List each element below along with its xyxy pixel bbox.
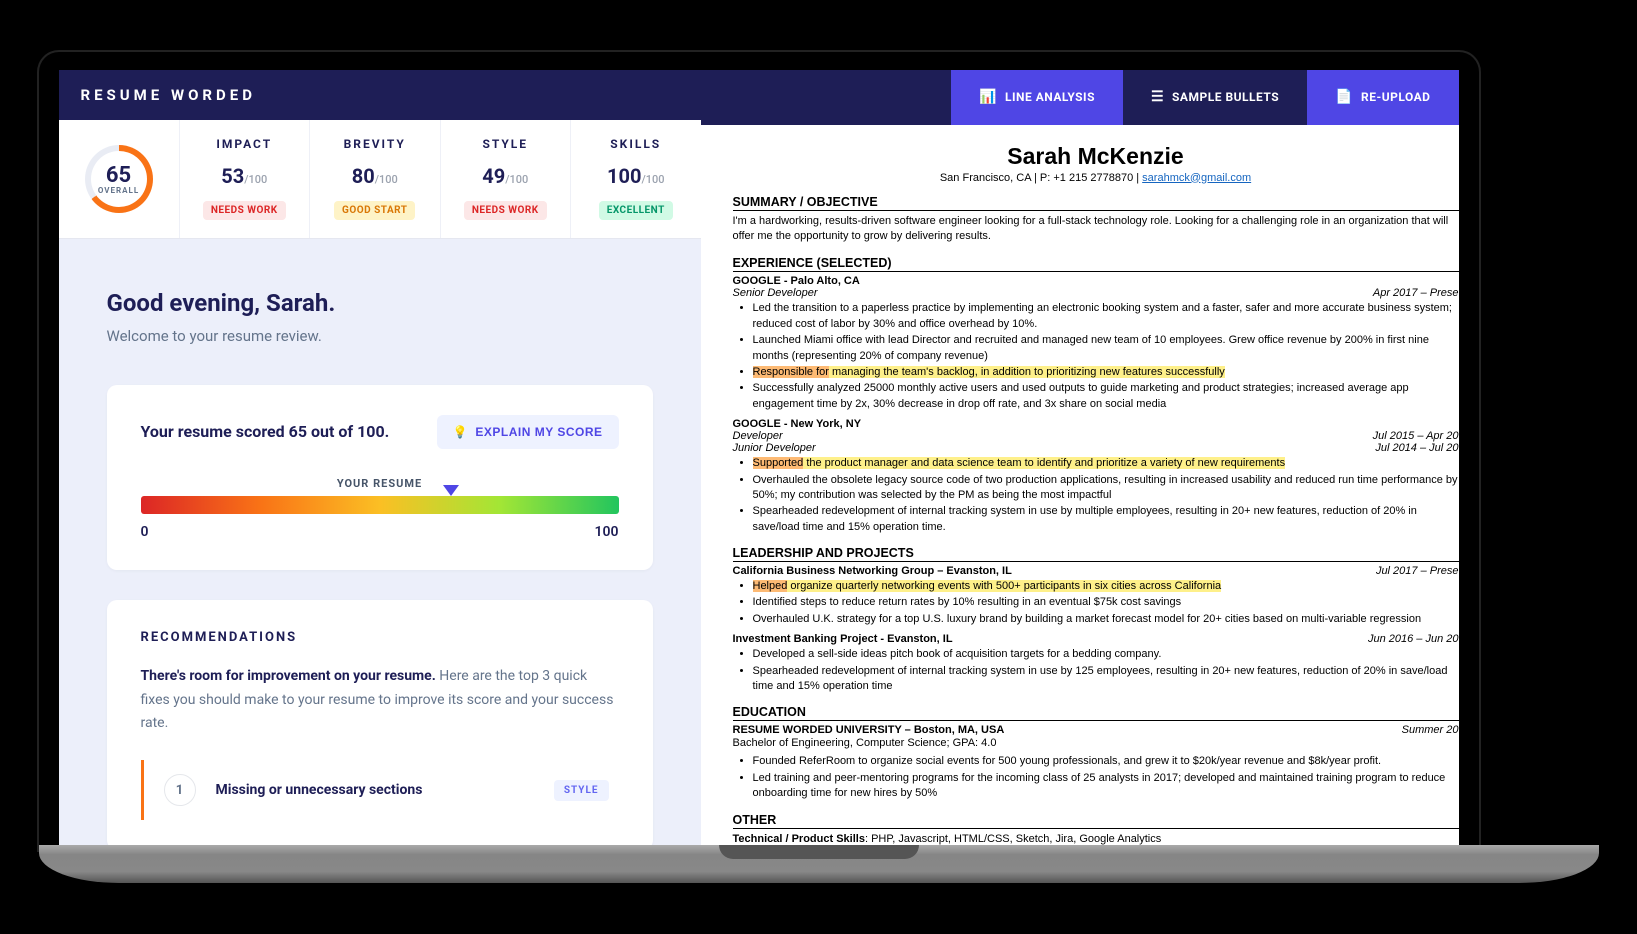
resume-contact: San Francisco, CA | P: +1 215 2778870 | …	[733, 172, 1459, 184]
gauge-max: 100	[595, 524, 619, 540]
bullet[interactable]: Led training and peer-mentoring programs…	[753, 771, 1459, 802]
tab-line-analysis[interactable]: 📊 LINE ANALYSIS	[951, 70, 1123, 125]
recommendations-card: RECOMMENDATIONS There's room for improve…	[107, 600, 653, 850]
overall-score-value: 65	[106, 163, 131, 188]
upload-icon: 📄	[1335, 89, 1353, 105]
resume-name: Sarah McKenzie	[733, 143, 1459, 170]
score-col-style[interactable]: STYLE 49/100 NEEDS WORK	[440, 120, 571, 238]
score-card: Your resume scored 65 out of 100. 💡 EXPL…	[107, 385, 653, 570]
bullet[interactable]: Led the transition to a paperless practi…	[753, 301, 1459, 332]
overall-score: 65 OVERALL	[59, 120, 179, 238]
gauge-label: YOUR RESUME	[141, 477, 619, 490]
score-col-impact[interactable]: IMPACT 53/100 NEEDS WORK	[179, 120, 310, 238]
bullet[interactable]: Spearheaded redevelopment of internal tr…	[753, 504, 1459, 535]
score-card-title: Your resume scored 65 out of 100.	[141, 422, 390, 441]
bullet[interactable]: Successfully analyzed 25000 monthly acti…	[753, 381, 1459, 412]
gauge-pointer-icon	[443, 485, 459, 496]
bullet[interactable]: Founded ReferRoom to organize social eve…	[753, 754, 1459, 769]
recommendations-title: RECOMMENDATIONS	[141, 630, 619, 645]
analysis-icon: 📊	[979, 89, 997, 105]
email-link[interactable]: sarahmck@gmail.com	[1142, 172, 1251, 184]
logo: RESUME WORDED	[59, 86, 256, 104]
section-experience: EXPERIENCE (SELECTED)	[733, 256, 1459, 272]
lightbulb-icon: 💡	[453, 425, 468, 439]
recommendation-number: 1	[164, 774, 196, 806]
summary-text: I'm a hardworking, results-driven softwa…	[733, 214, 1459, 246]
bullet[interactable]: Supported the product manager and data s…	[753, 456, 1459, 471]
section-education: EDUCATION	[733, 705, 1459, 721]
recommendation-text: Missing or unnecessary sections	[216, 782, 534, 798]
bullet[interactable]: Overhauled the obsolete legacy source co…	[753, 473, 1459, 504]
section-leadership: LEADERSHIP AND PROJECTS	[733, 546, 1459, 562]
bullet[interactable]: Overhauled U.K. strategy for a top U.S. …	[753, 612, 1459, 627]
greeting: Good evening, Sarah.	[107, 289, 653, 317]
recommendation-item[interactable]: 1 Missing or unnecessary sections STYLE	[141, 760, 619, 820]
score-gauge	[141, 496, 619, 514]
app-header: RESUME WORDED	[59, 70, 701, 120]
gauge-min: 0	[141, 524, 149, 540]
bullet[interactable]: Launched Miami office with lead Director…	[753, 333, 1459, 364]
list-icon: ☰	[1151, 89, 1164, 105]
overall-label: OVERALL	[98, 186, 139, 195]
bullet[interactable]: Spearheaded redevelopment of internal tr…	[753, 664, 1459, 695]
recommendation-tag: STYLE	[554, 780, 609, 801]
section-other: OTHER	[733, 813, 1459, 829]
resume-preview[interactable]: Sarah McKenzie San Francisco, CA | P: +1…	[701, 125, 1459, 850]
tab-sample-bullets[interactable]: ☰ SAMPLE BULLETS	[1123, 70, 1307, 125]
subgreeting: Welcome to your resume review.	[107, 327, 653, 345]
section-summary: SUMMARY / OBJECTIVE	[733, 195, 1459, 211]
bullet[interactable]: Identified steps to reduce return rates …	[753, 595, 1459, 610]
bullet[interactable]: Responsible for managing the team's back…	[753, 365, 1459, 380]
recommendations-intro: There's room for improvement on your res…	[141, 665, 619, 736]
bullet[interactable]: Developed a sell-side ideas pitch book o…	[753, 647, 1459, 662]
score-col-brevity[interactable]: BREVITY 80/100 GOOD START	[309, 120, 440, 238]
right-header: 📊 LINE ANALYSIS ☰ SAMPLE BULLETS 📄 RE-UP…	[701, 70, 1459, 125]
explain-score-button[interactable]: 💡 EXPLAIN MY SCORE	[437, 415, 619, 449]
bullet[interactable]: Helped organize quarterly networking eve…	[753, 579, 1459, 594]
score-col-skills[interactable]: SKILLS 100/100 EXCELLENT	[570, 120, 701, 238]
score-summary-bar: 65 OVERALL IMPACT 53/100 NEEDS WORK BREV…	[59, 120, 701, 239]
tab-reupload[interactable]: 📄 RE-UPLOAD	[1307, 70, 1458, 125]
